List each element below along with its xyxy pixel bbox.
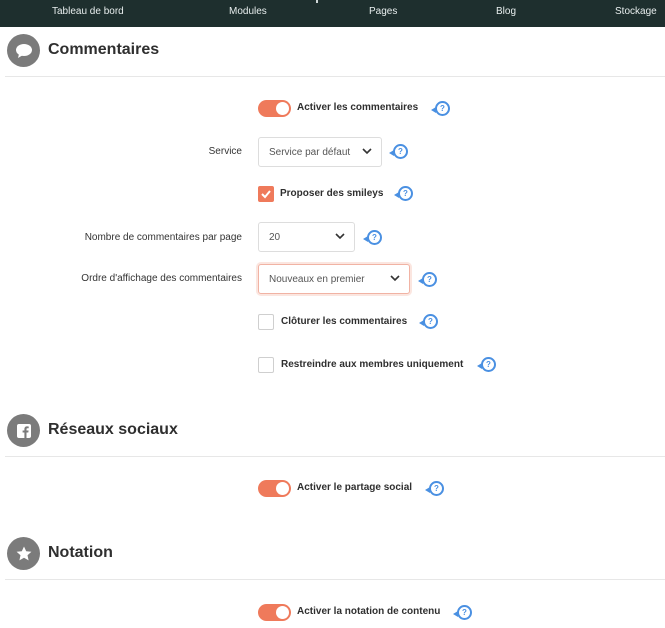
help-icon[interactable]: ? <box>389 144 408 159</box>
section-title-rating: Notation <box>48 544 113 561</box>
toggle-knob <box>276 102 289 115</box>
smileys-label: Proposer des smileys <box>280 188 384 199</box>
nav-item-tableau-de-bord[interactable]: Tableau de bord <box>52 6 124 17</box>
help-icon[interactable]: ? <box>477 357 496 372</box>
toggle-knob <box>276 606 289 619</box>
section-divider <box>5 579 665 580</box>
service-select[interactable]: Service par défaut <box>258 137 382 167</box>
enable-rating-label: Activer la notation de contenu <box>297 606 441 617</box>
order-select[interactable]: Nouveaux en premier <box>258 264 410 294</box>
enable-social-toggle[interactable] <box>258 480 291 497</box>
per-page-select[interactable]: 20 <box>258 222 355 252</box>
star-icon <box>7 537 40 570</box>
toggle-knob <box>276 482 289 495</box>
nav-item-pages[interactable]: Pages <box>369 6 397 17</box>
nav-indicator <box>316 0 318 3</box>
section-title-social: Réseaux sociaux <box>48 421 178 438</box>
nav-item-blog[interactable]: Blog <box>496 6 516 17</box>
help-icon[interactable]: ? <box>431 101 450 116</box>
enable-comments-label: Activer les commentaires <box>297 102 419 113</box>
chevron-down-icon <box>335 233 345 240</box>
close-comments-checkbox[interactable] <box>258 314 274 330</box>
service-label: Service <box>208 146 242 157</box>
section-divider <box>5 76 665 77</box>
per-page-select-value: 20 <box>269 232 281 243</box>
section-header-comments: Commentaires <box>0 34 665 78</box>
speech-bubble-icon <box>7 34 40 67</box>
nav-item-modules[interactable]: Modules <box>229 6 267 17</box>
enable-comments-toggle[interactable] <box>258 100 291 117</box>
help-icon[interactable]: ? <box>394 186 413 201</box>
check-icon <box>261 190 271 199</box>
help-icon[interactable]: ? <box>453 605 472 620</box>
help-icon[interactable]: ? <box>419 314 438 329</box>
nav-item-stockage[interactable]: Stockage <box>615 6 657 17</box>
smileys-checkbox[interactable] <box>258 186 274 202</box>
section-header-social: Réseaux sociaux <box>0 414 665 458</box>
order-label: Ordre d'affichage des commentaires <box>81 273 242 284</box>
section-title-comments: Commentaires <box>48 41 160 58</box>
help-icon[interactable]: ? <box>425 481 444 496</box>
chevron-down-icon <box>362 148 372 155</box>
restrict-members-label: Restreindre aux membres uniquement <box>281 359 464 370</box>
chevron-down-icon <box>390 275 400 282</box>
section-header-rating: Notation <box>0 537 665 581</box>
service-select-value: Service par défaut <box>269 147 351 158</box>
enable-social-label: Activer le partage social <box>297 482 413 493</box>
close-comments-label: Clôturer les commentaires <box>281 316 408 327</box>
per-page-label: Nombre de commentaires par page <box>84 232 242 243</box>
enable-rating-toggle[interactable] <box>258 604 291 621</box>
section-divider <box>5 456 665 457</box>
restrict-members-checkbox[interactable] <box>258 357 274 373</box>
help-icon[interactable]: ? <box>418 272 437 287</box>
order-select-value: Nouveaux en premier <box>269 274 365 285</box>
help-icon[interactable]: ? <box>363 230 382 245</box>
facebook-icon <box>7 414 40 447</box>
top-nav: Tableau de bord Modules Pages Blog Stock… <box>0 0 665 27</box>
